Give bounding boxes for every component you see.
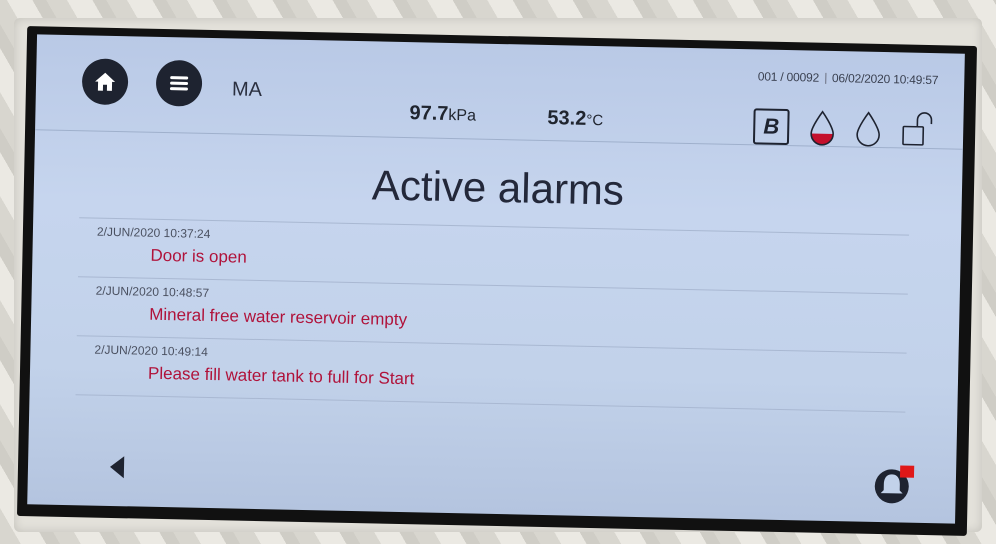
alarm-message: Please fill water tank to full for Start	[147, 363, 415, 389]
menu-button[interactable]	[155, 59, 203, 107]
page-title: Active alarms	[371, 161, 625, 214]
pressure-unit: kPa	[448, 106, 477, 125]
pressure-readout: 97.7kPa	[409, 102, 476, 126]
back-button[interactable]	[108, 454, 127, 485]
mode-indicator[interactable]: B	[752, 108, 790, 146]
temperature-value: 53.2	[547, 107, 587, 130]
touch-screen: MA 001 / 00092 06/02/2020 10:49:57 97.7kP…	[16, 26, 978, 536]
temperature-unit: °C	[586, 111, 604, 130]
alarm-timestamp: 2/JUN/2020 10:49:14	[94, 342, 209, 359]
alarm-timestamp: 2/JUN/2020 10:48:57	[95, 283, 210, 300]
datetime: 06/02/2020 10:49:57	[831, 70, 939, 88]
alarm-timestamp: 2/JUN/2020 10:37:24	[96, 224, 211, 241]
home-button[interactable]	[81, 58, 129, 106]
counter-datetime: 001 / 00092 06/02/2020 10:49:57	[758, 69, 939, 87]
alarm-list: 2/JUN/2020 10:37:24 Door is open 2/JUN/2…	[75, 217, 910, 413]
water-drop-partial-icon	[810, 110, 834, 146]
home-icon	[95, 72, 116, 91]
temperature-readout: 53.2°C	[547, 107, 603, 131]
status-icons: B	[752, 107, 936, 149]
alarm-button[interactable]	[871, 462, 916, 512]
alarm-bell-icon	[874, 465, 915, 504]
pressure-value: 97.7	[409, 102, 449, 125]
status-bar: MA 001 / 00092 06/02/2020 10:49:57 97.7kP…	[35, 34, 965, 150]
water-drop-empty-icon	[856, 111, 880, 147]
display-area: MA 001 / 00092 06/02/2020 10:49:57 97.7kP…	[27, 34, 965, 524]
alarm-message: Mineral free water reservoir empty	[149, 304, 408, 330]
user-initials: MA	[231, 78, 263, 102]
back-arrow-icon	[110, 456, 125, 479]
divider	[824, 73, 827, 85]
alarm-message: Door is open	[150, 245, 248, 267]
unlock-icon	[902, 112, 933, 146]
cycle-counter: 001 / 00092	[757, 69, 820, 85]
menu-icon	[169, 76, 189, 91]
